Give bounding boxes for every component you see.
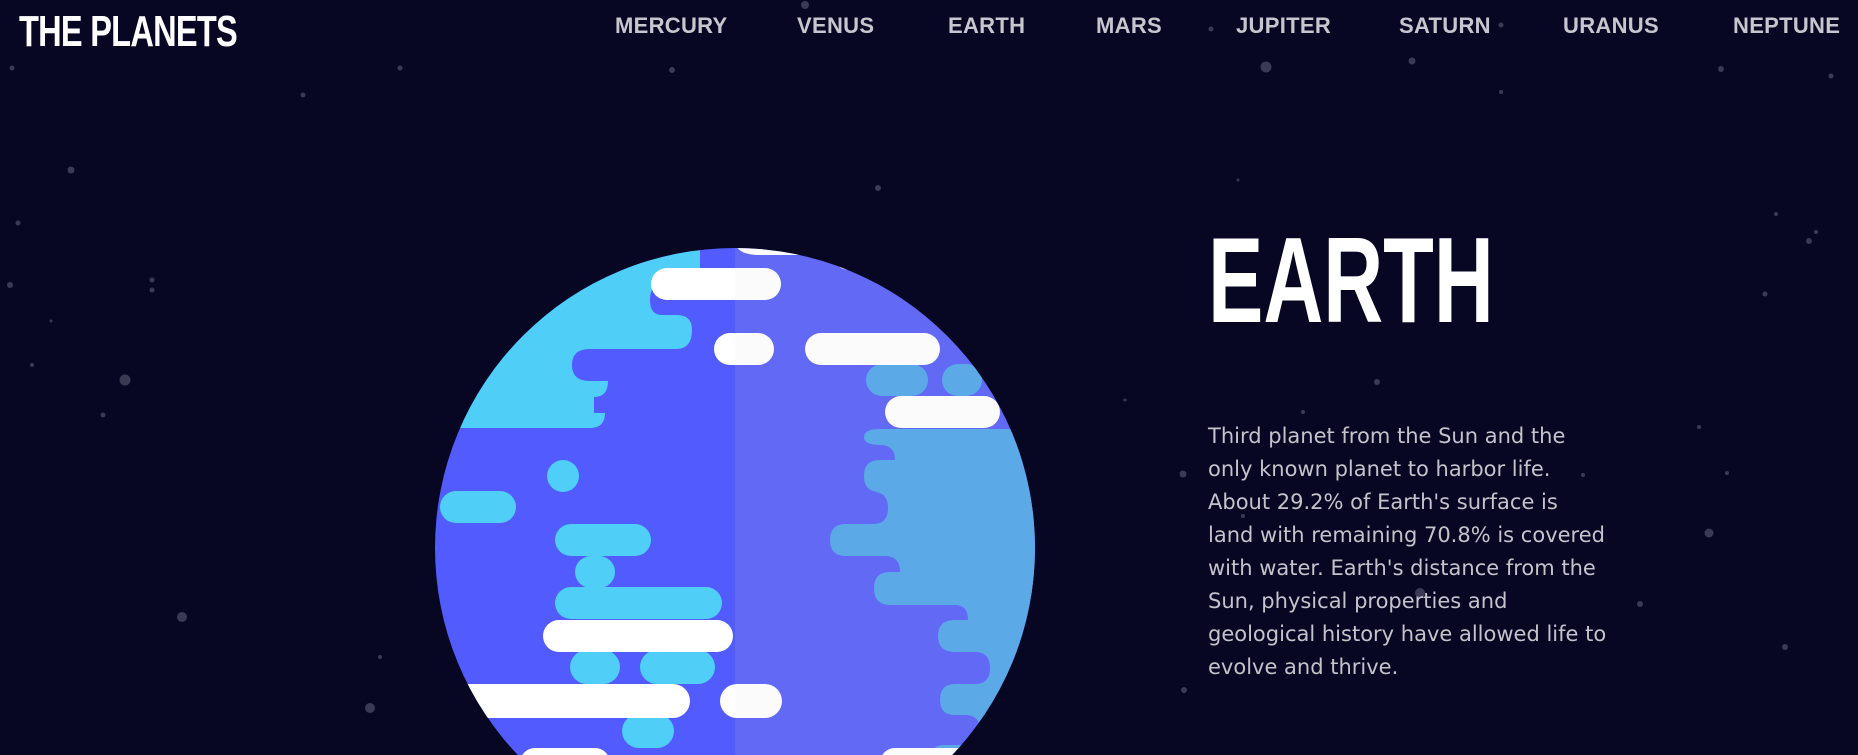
planet-description: Third planet from the Sun and the only k… <box>1208 424 1607 679</box>
nav-item-jupiter[interactable]: JUPITER <box>1236 12 1331 40</box>
planet-navigation: MERCURY VENUS EARTH MARS JUPITER SATURN … <box>0 12 1858 40</box>
nav-item-venus[interactable]: VENUS <box>797 12 874 40</box>
nav-item-saturn[interactable]: SATURN <box>1399 12 1491 40</box>
nav-item-mars[interactable]: MARS <box>1096 12 1162 40</box>
planet-title: EARTH <box>1208 212 1494 348</box>
nav-item-neptune[interactable]: NEPTUNE <box>1733 12 1840 40</box>
nav-item-mercury[interactable]: MERCURY <box>615 12 728 40</box>
nav-item-earth[interactable]: EARTH <box>948 12 1025 40</box>
nav-item-uranus[interactable]: URANUS <box>1563 12 1659 40</box>
site-header: THE PLANETS MERCURY VENUS EARTH MARS JUP… <box>0 0 1858 56</box>
